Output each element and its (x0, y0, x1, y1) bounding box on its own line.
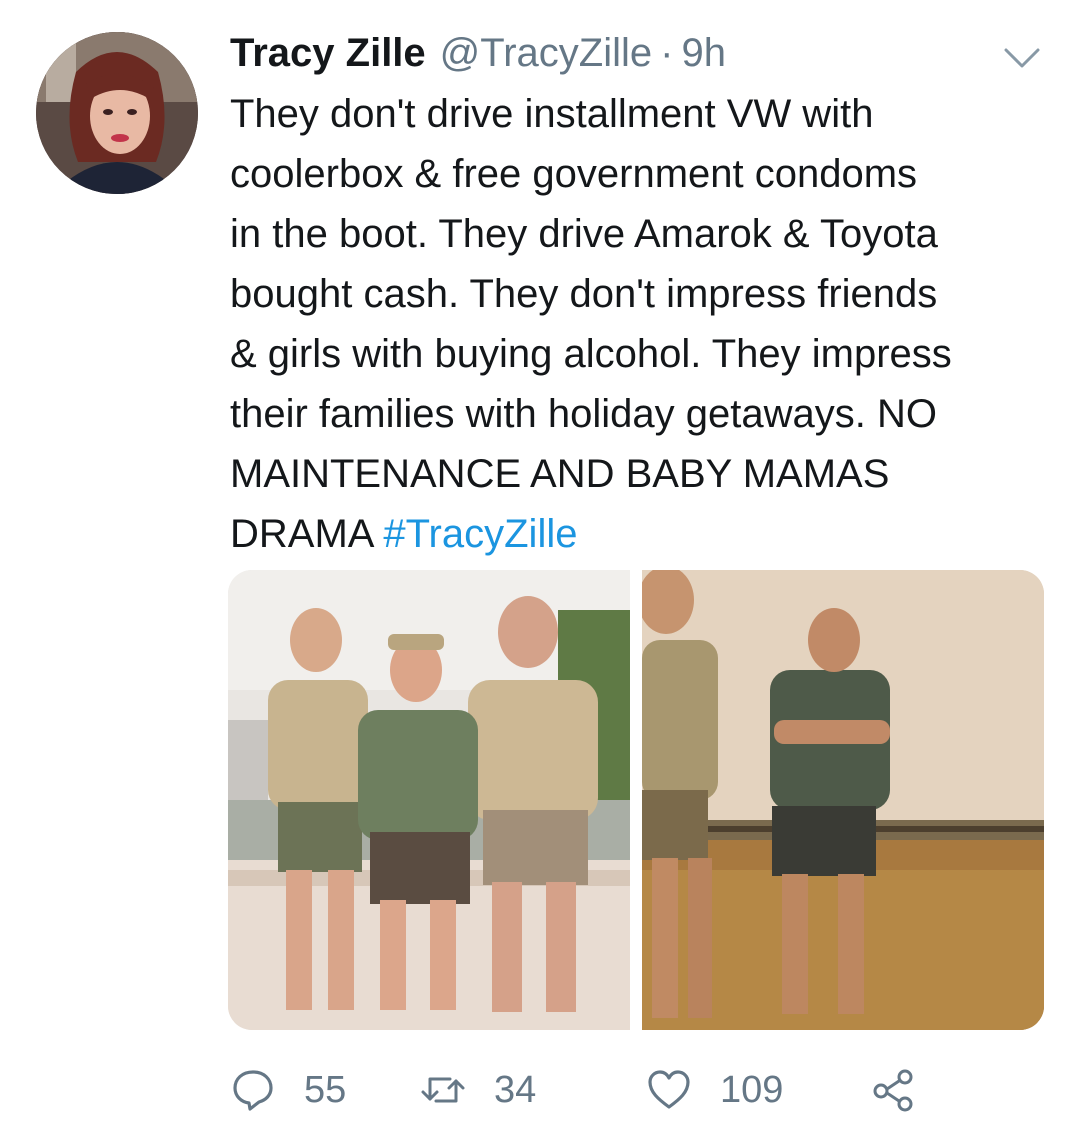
hashtag-link[interactable]: #TracyZille (383, 512, 577, 556)
retweet-button[interactable]: 34 (420, 1067, 646, 1113)
avatar[interactable] (36, 32, 198, 194)
retweet-icon (421, 1077, 465, 1103)
heart-icon (648, 1070, 690, 1109)
tweet-text-line: their families with holiday getaways. NO (230, 392, 937, 436)
timestamp[interactable]: 9h (681, 30, 726, 76)
tweet-text-tail: DRAMA (230, 512, 384, 556)
tweet-text-line: bought cash. They don't impress friends (230, 272, 938, 316)
media-gallery (228, 570, 1044, 1030)
tweet-actions: 55 34 109 (230, 1058, 950, 1122)
reply-button[interactable]: 55 (230, 1067, 420, 1113)
author-name[interactable]: Tracy Zille (230, 30, 426, 76)
tweet-text: They don't drive installment VW with coo… (230, 84, 1050, 564)
retweet-count: 34 (494, 1068, 537, 1111)
photo-1[interactable] (228, 570, 630, 1030)
chevron-down-icon[interactable] (1000, 42, 1044, 72)
tweet-text-line: in the boot. They drive Amarok & Toyota (230, 212, 938, 256)
share-button[interactable] (870, 1067, 916, 1113)
reply-icon (233, 1070, 273, 1111)
tweet-text-line: They don't drive installment VW with (230, 92, 874, 136)
avatar-image (36, 32, 198, 194)
tweet-text-line-last: DRAMA #TracyZille (230, 504, 1050, 564)
reply-count: 55 (304, 1068, 347, 1111)
tweet-header: Tracy Zille @TracyZille · 9h (230, 30, 726, 80)
tweet-text-line: MAINTENANCE AND BABY MAMAS (230, 452, 890, 496)
tweet-text-line: & girls with buying alcohol. They impres… (230, 332, 952, 376)
tweet-text-line: coolerbox & free government condoms (230, 152, 918, 196)
photo-three-men-image (228, 570, 630, 1030)
share-icon (873, 1069, 913, 1112)
like-button[interactable]: 109 (646, 1067, 870, 1113)
photo-two-men-field-image (642, 570, 1044, 1030)
author-handle[interactable]: @TracyZille (440, 30, 652, 76)
tweet[interactable]: Tracy Zille @TracyZille · 9h They don't … (0, 0, 1080, 1137)
separator-dot: · (660, 31, 674, 75)
photo-2[interactable] (642, 570, 1044, 1030)
like-count: 109 (720, 1068, 784, 1111)
